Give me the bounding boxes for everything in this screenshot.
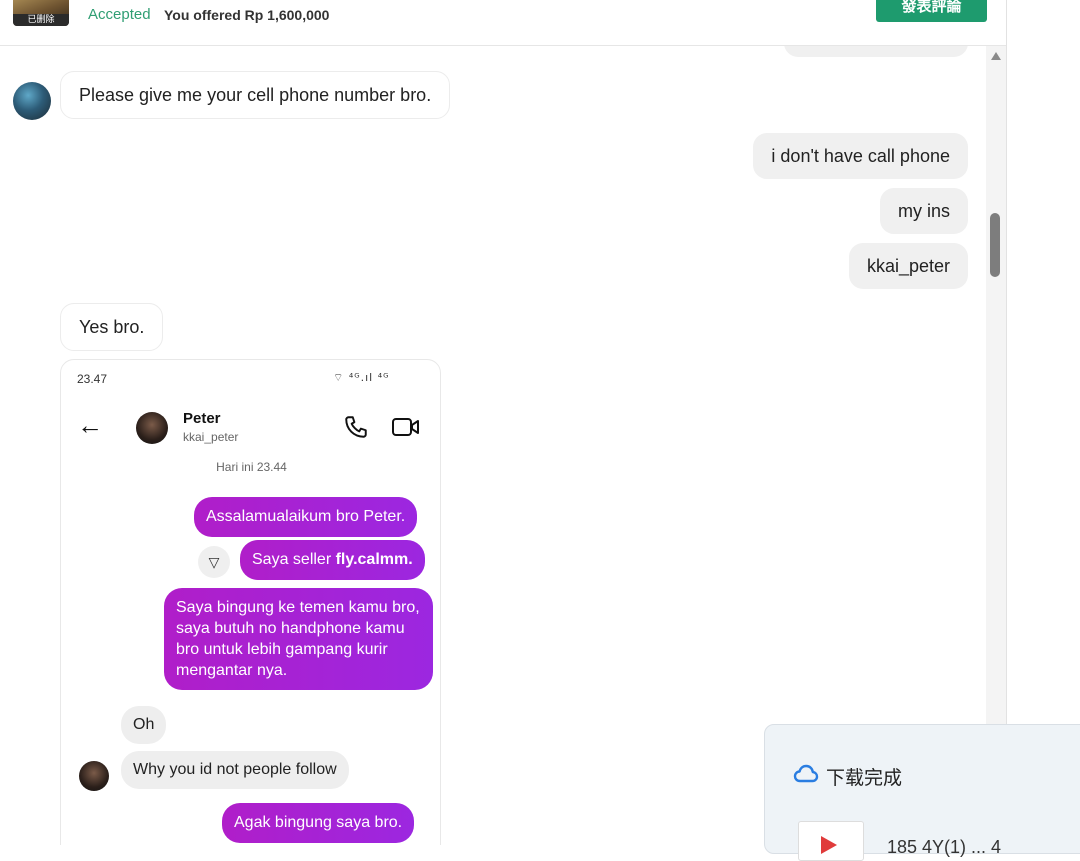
contact-name: Peter: [183, 410, 221, 427]
offer-amount-text: You offered Rp 1,600,000: [164, 7, 330, 23]
scroll-up-arrow-icon[interactable]: [991, 52, 1001, 60]
status-icons: ⌔ ⁴ᴳ.ıl ⁴ᴳ: [333, 371, 390, 384]
deleted-badge: 已删除: [13, 14, 69, 26]
write-review-button[interactable]: 發表評論: [876, 0, 987, 22]
sent-message: Agak bingung saya bro.: [222, 803, 415, 843]
download-complete-popup[interactable]: 下载完成 185 4Y(1) ... 4: [764, 724, 1080, 861]
contact-avatar: [136, 412, 168, 444]
divider: [1006, 0, 1007, 845]
downloaded-file-name[interactable]: 185 4Y(1) ... 4: [887, 837, 1001, 858]
avatar[interactable]: [13, 82, 51, 120]
offer-header: 已删除 Accepted You offered Rp 1,600,000 發表…: [0, 0, 1006, 46]
cloud-icon: [793, 763, 819, 790]
incoming-message: Please give me your cell phone number br…: [60, 71, 451, 119]
outgoing-message: i don't have call phone: [753, 133, 968, 179]
status-time: 23.47: [77, 372, 108, 386]
outgoing-message: kkai_peter: [848, 243, 968, 289]
product-thumbnail[interactable]: 已删除: [13, 0, 69, 26]
scrollbar-thumb[interactable]: [990, 213, 1000, 277]
contact-handle: kkai_peter: [183, 430, 239, 444]
received-message: Why you id not people follow: [121, 751, 349, 789]
reaction-icon: ▽: [198, 546, 230, 578]
video-icon: [391, 414, 421, 445]
phone-icon: [343, 414, 369, 445]
video-file-icon: [798, 821, 864, 861]
back-arrow-icon: ←: [77, 410, 103, 440]
outgoing-message: my ins: [879, 188, 968, 234]
image-message[interactable]: 23.47 ⌔ ⁴ᴳ.ıl ⁴ᴳ ← Peter kkai_peter Hari…: [60, 359, 441, 845]
contact-avatar: [79, 761, 109, 791]
offer-status: Accepted: [88, 6, 151, 23]
outgoing-message-bubble: [784, 46, 968, 57]
sent-message: Saya bingung ke temen kamu bro, saya but…: [164, 588, 433, 690]
received-message: Oh: [121, 706, 167, 744]
sent-message: Assalamualaikum bro Peter.: [194, 497, 418, 537]
download-title: 下载完成: [826, 767, 903, 789]
sent-message: Saya seller fly.calmm.: [240, 540, 425, 580]
play-icon: [821, 836, 837, 854]
date-label: Hari ini 23.44: [216, 460, 287, 474]
incoming-message: Yes bro.: [60, 303, 164, 351]
